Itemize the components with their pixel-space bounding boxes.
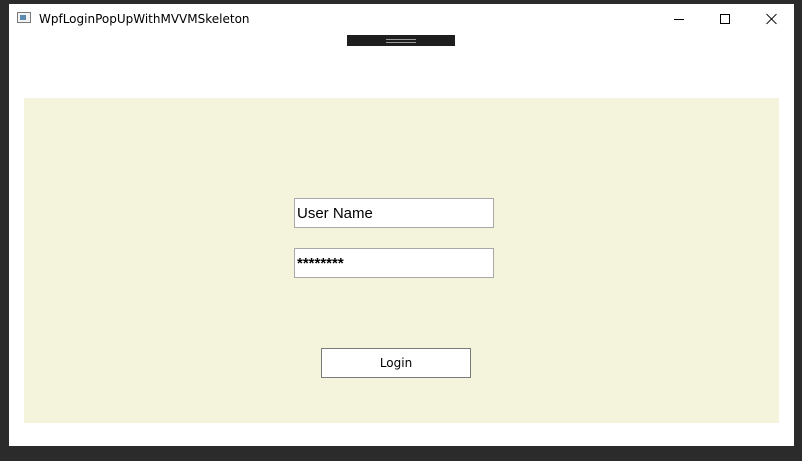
username-input[interactable] <box>294 198 494 228</box>
maximize-button[interactable] <box>702 4 748 34</box>
login-panel: Login <box>24 98 779 423</box>
close-button[interactable] <box>748 4 794 34</box>
minimize-icon <box>674 18 684 20</box>
maximize-icon <box>720 14 730 24</box>
login-button[interactable]: Login <box>321 348 471 378</box>
password-input[interactable] <box>294 248 494 278</box>
close-icon <box>765 13 777 25</box>
title-bar[interactable]: WpfLoginPopUpWithMVVMSkeleton <box>9 4 794 34</box>
minimize-button[interactable] <box>656 4 702 34</box>
app-window: WpfLoginPopUpWithMVVMSkeleton Login <box>9 4 794 446</box>
toolbar-grip-icon <box>386 38 416 43</box>
app-window-icon[interactable] <box>17 12 31 23</box>
window-title: WpfLoginPopUpWithMVVMSkeleton <box>39 12 250 26</box>
app-window-icon-inner <box>20 15 26 20</box>
xaml-debug-toolbar[interactable] <box>347 35 455 46</box>
